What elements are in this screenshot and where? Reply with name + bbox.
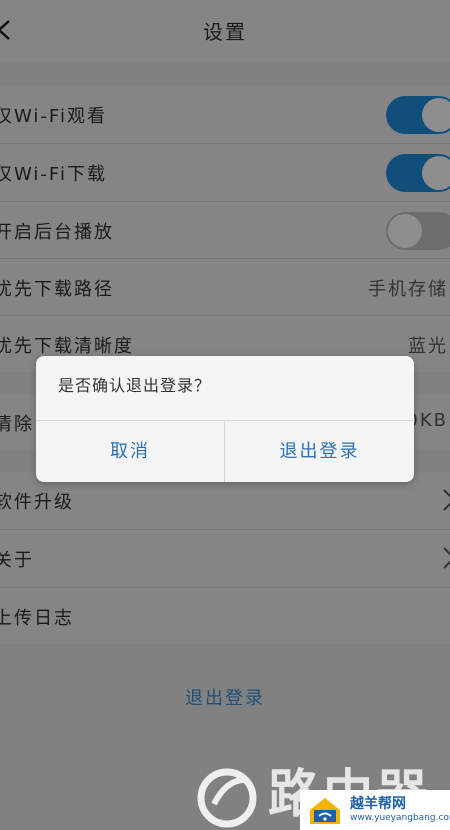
setting-label: 上传日志: [0, 608, 74, 629]
page-title: 设置: [203, 20, 247, 44]
setting-value: 手机存储: [368, 279, 448, 300]
setting-upload-log[interactable]: 上传日志: [0, 588, 450, 644]
chevron-right-icon: [443, 489, 450, 511]
setting-value: 蓝光: [408, 336, 448, 357]
logout-button[interactable]: 退出登录: [0, 666, 450, 726]
setting-label: 软件升级: [0, 492, 74, 513]
badge-site-url: www.yueyangbang.com: [350, 813, 450, 823]
toggle-knob: [422, 98, 450, 132]
chevron-right-icon: [443, 547, 450, 569]
watermark-badge: 越羊帮网 www.yueyangbang.com: [300, 790, 450, 830]
background-play-toggle[interactable]: [386, 212, 450, 250]
settings-group-misc: 软件升级 关于 上传日志: [0, 472, 450, 644]
logout-confirm-dialog: 是否确认退出登录？ 取消 退出登录: [36, 356, 414, 482]
setting-wifi-watch[interactable]: 仅Wi-Fi观看: [0, 86, 450, 142]
setting-label: 优先下载清晰度: [0, 336, 134, 357]
setting-download-path[interactable]: 优先下载路径 手机存储: [0, 259, 450, 315]
settings-group-playback: 仅Wi-Fi观看 仅Wi-Fi下载 开启后台播放 优先下载路径 手机存储 优先下…: [0, 86, 450, 372]
badge-site-name: 越羊帮网: [350, 796, 406, 812]
wifi-watch-toggle[interactable]: [386, 96, 450, 134]
setting-label: 优先下载路径: [0, 279, 114, 300]
setting-wifi-download[interactable]: 仅Wi-Fi下载: [0, 144, 450, 200]
setting-label: 开启后台播放: [0, 222, 114, 243]
setting-label: 清除: [0, 414, 34, 435]
setting-label: 仅Wi-Fi观看: [0, 106, 107, 127]
toggle-knob: [388, 214, 422, 248]
setting-label: 仅Wi-Fi下载: [0, 164, 107, 185]
header: 设置: [0, 0, 450, 62]
setting-about[interactable]: 关于: [0, 530, 450, 586]
watermark-logo-icon: [197, 768, 257, 828]
setting-background-play[interactable]: 开启后台播放: [0, 202, 450, 258]
toggle-knob: [422, 156, 450, 190]
cancel-button[interactable]: 取消: [36, 421, 224, 482]
setting-label: 关于: [0, 550, 34, 571]
dialog-message: 是否确认退出登录？: [58, 376, 212, 395]
wifi-download-toggle[interactable]: [386, 154, 450, 192]
house-wifi-icon: [310, 798, 340, 824]
confirm-logout-button[interactable]: 退出登录: [225, 421, 414, 482]
logout-label: 退出登录: [185, 688, 265, 709]
